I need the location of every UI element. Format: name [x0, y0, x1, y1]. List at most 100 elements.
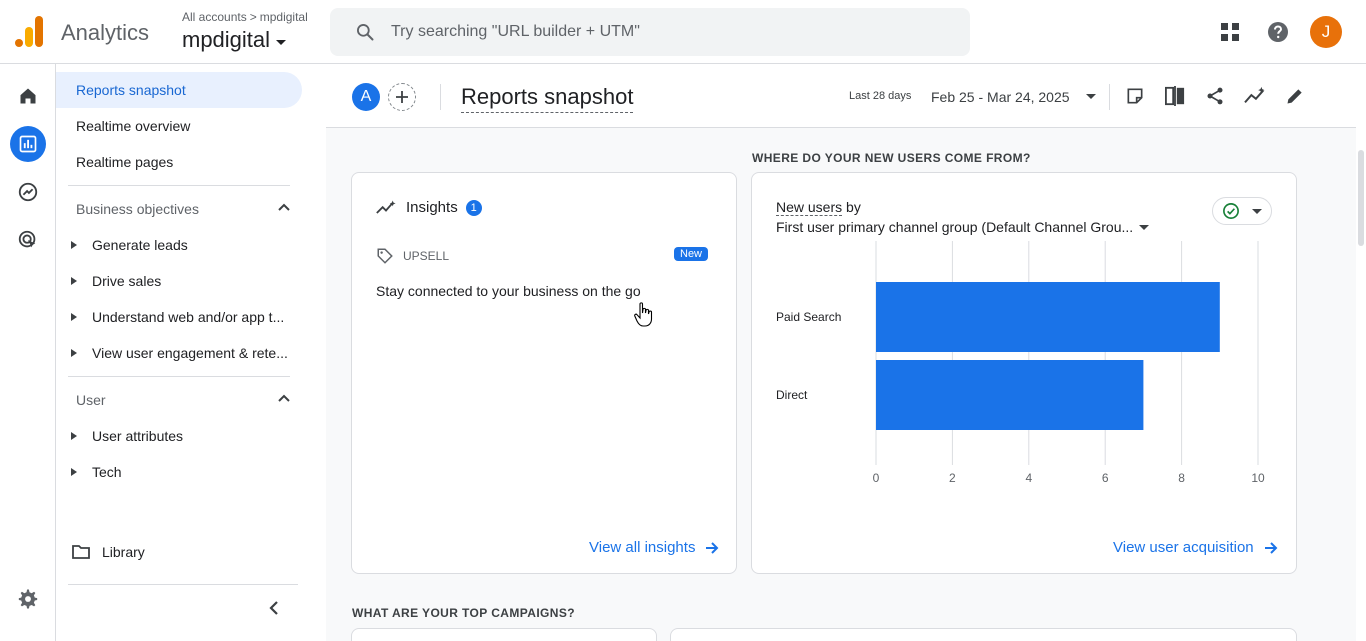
- page-title[interactable]: Reports snapshot: [461, 84, 634, 113]
- insights-title: Insights: [406, 199, 458, 216]
- nav-item-realtime-pages[interactable]: Realtime pages: [56, 144, 302, 180]
- view-user-acquisition-link[interactable]: View user acquisition: [1113, 539, 1278, 556]
- sidebar-nav: Reports snapshot Realtime overview Realt…: [56, 64, 318, 641]
- bar: [876, 360, 1144, 430]
- insights-header: Insights 1: [376, 199, 482, 216]
- insights-count-badge: 1: [465, 199, 482, 216]
- insights-icon: [376, 200, 396, 214]
- nav-item-label: Reports snapshot: [76, 82, 186, 98]
- add-comparison-button[interactable]: [388, 83, 416, 111]
- header-divider: [1109, 84, 1110, 110]
- date-preset-label[interactable]: Last 28 days: [849, 90, 911, 102]
- insight-text[interactable]: Stay connected to your business on the g…: [376, 283, 641, 299]
- insights-card: Insights 1 UPSELL New Stay connected to …: [351, 172, 737, 574]
- view-all-insights-link[interactable]: View all insights: [589, 539, 719, 556]
- reports-icon: [19, 135, 37, 153]
- rail-reports[interactable]: [10, 126, 46, 162]
- x-tick-label: 8: [1178, 471, 1185, 485]
- edit-button[interactable]: [1283, 84, 1307, 108]
- expand-arrow-icon: [71, 349, 77, 357]
- analytics-logo[interactable]: [15, 16, 43, 47]
- gear-icon: [18, 589, 38, 609]
- nav-item-realtime-overview[interactable]: Realtime overview: [56, 108, 302, 144]
- search-input[interactable]: [391, 23, 951, 41]
- rail-admin[interactable]: [10, 581, 46, 617]
- nav-item-tech[interactable]: Tech: [56, 454, 302, 490]
- nav-section-business-objectives[interactable]: Business objectives: [56, 191, 302, 227]
- explore-icon: [18, 182, 38, 202]
- customize-note-button[interactable]: [1123, 84, 1147, 108]
- top-bar: Analytics All accounts > mpdigital mpdig…: [0, 0, 1366, 64]
- nav-item-label: Library: [102, 544, 145, 560]
- nav-item-label: Understand web and/or app t...: [92, 309, 285, 325]
- rail-home[interactable]: [10, 78, 46, 114]
- scrollbar-thumb[interactable]: [1358, 150, 1364, 246]
- note-icon: [1127, 88, 1143, 104]
- category-label: Paid Search: [776, 310, 841, 324]
- insights-button[interactable]: [1243, 84, 1267, 108]
- nav-item-drive-sales[interactable]: Drive sales: [56, 263, 302, 299]
- search-bar[interactable]: [330, 8, 970, 56]
- new-badge: New: [674, 247, 709, 261]
- nav-item-generate-leads[interactable]: Generate leads: [56, 227, 302, 263]
- caret-down-icon[interactable]: [1086, 94, 1096, 99]
- link-label: View user acquisition: [1113, 539, 1254, 556]
- nav-item-library[interactable]: Library: [72, 534, 145, 570]
- arrow-right-icon: [706, 541, 719, 554]
- expand-arrow-icon: [71, 468, 77, 476]
- section-title-top-campaigns: WHAT ARE YOUR TOP CAMPAIGNS?: [352, 606, 575, 620]
- x-tick-label: 0: [873, 471, 880, 485]
- share-icon: [1207, 87, 1223, 105]
- bar: [876, 282, 1220, 352]
- nav-item-reports-snapshot[interactable]: Reports snapshot: [56, 72, 302, 108]
- edit-icon: [1287, 89, 1302, 104]
- account-breadcrumb[interactable]: All accounts > mpdigital: [182, 10, 308, 24]
- breadcrumb-separator: >: [249, 10, 257, 24]
- insights-icon: [1244, 86, 1265, 104]
- rail-advertising[interactable]: [10, 222, 46, 258]
- compare-button[interactable]: [1163, 84, 1187, 108]
- chevron-up-icon: [278, 394, 290, 402]
- link-label: View all insights: [589, 539, 696, 556]
- rail-explore[interactable]: [10, 174, 46, 210]
- nav-item-label: View user engagement & rete...: [92, 345, 288, 361]
- share-button[interactable]: [1203, 84, 1227, 108]
- apps-grid-icon[interactable]: [1218, 20, 1242, 44]
- collapse-sidebar-icon[interactable]: [268, 600, 280, 616]
- nav-item-label: Realtime overview: [76, 118, 191, 134]
- nav-divider: [68, 185, 290, 186]
- nav-item-label: Tech: [92, 464, 122, 480]
- nav-item-user-engagement[interactable]: View user engagement & rete...: [56, 335, 302, 371]
- comparison-chip-a[interactable]: A: [352, 83, 380, 111]
- nav-item-understand-traffic[interactable]: Understand web and/or app t...: [56, 299, 302, 335]
- help-icon[interactable]: [1266, 20, 1290, 44]
- hand-cursor-icon: [634, 302, 653, 327]
- chevron-up-icon: [278, 203, 290, 211]
- left-rail: [0, 64, 56, 641]
- nav-item-label: User attributes: [92, 428, 184, 444]
- home-icon: [20, 88, 36, 104]
- x-tick-label: 2: [949, 471, 956, 485]
- nav-section-user[interactable]: User: [56, 382, 302, 418]
- expand-arrow-icon: [71, 313, 77, 321]
- date-range[interactable]: Feb 25 - Mar 24, 2025: [931, 89, 1070, 105]
- avatar[interactable]: J: [1310, 16, 1342, 48]
- nav-item-label: Realtime pages: [76, 154, 174, 170]
- campaigns-chart-card: [670, 628, 1297, 641]
- new-users-bar-chart: 0 2 4 6 8 10 Paid Search Direct: [776, 241, 1265, 485]
- x-tick-label: 10: [1251, 471, 1265, 485]
- search-icon: [357, 24, 374, 41]
- new-users-card: New users by First user primary channel …: [751, 172, 1297, 574]
- expand-arrow-icon: [71, 241, 77, 249]
- caret-down-icon: [276, 39, 287, 45]
- advertising-icon: [18, 230, 36, 248]
- campaigns-card: [351, 628, 657, 641]
- x-tick-label: 6: [1102, 471, 1109, 485]
- insight-tag-label: UPSELL: [403, 249, 450, 263]
- nav-item-user-attributes[interactable]: User attributes: [56, 418, 302, 454]
- property-selector[interactable]: mpdigital: [182, 27, 287, 53]
- insight-tag: UPSELL: [376, 247, 449, 265]
- expand-arrow-icon: [71, 432, 77, 440]
- nav-item-label: Drive sales: [92, 273, 162, 289]
- header-divider: [440, 84, 441, 110]
